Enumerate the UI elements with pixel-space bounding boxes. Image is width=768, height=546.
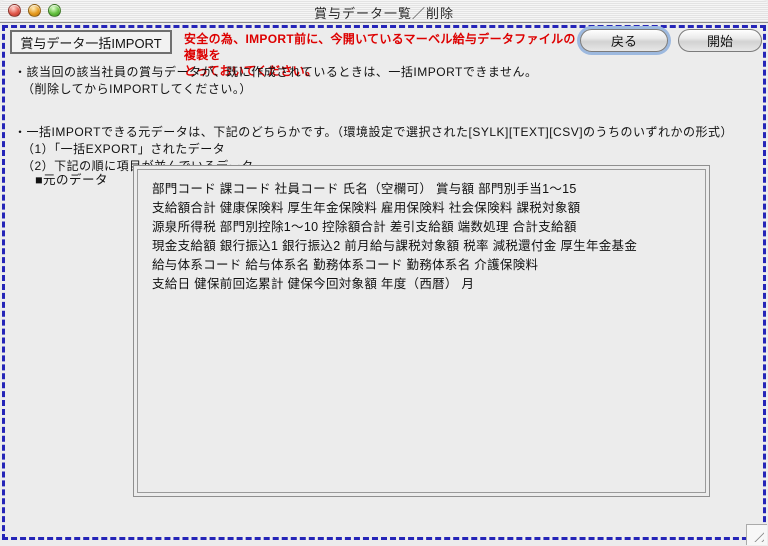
note-line: （削除してからIMPORTしてください。） [14,81,733,98]
source-data-label: ■元のデータ [35,169,108,188]
note-line: （1）「一括EXPORT」されたデータ [14,141,733,158]
source-field-line: 源泉所得税 部門別控除1〜10 控除額合計 差引支給額 端数処理 合計支給額 [152,218,705,237]
section-title-box: 賞与データ一括IMPORT [10,30,172,54]
source-data-field: 部門コード 課コード 社員コード 氏名（空欄可） 賞与額 部門別手当1〜15 支… [137,169,706,493]
resize-grip[interactable] [746,524,767,545]
note-line: ・一括IMPORTできる元データは、下記のどちらかです。（環境設定で選択された[… [14,124,733,141]
source-field-line: 部門コード 課コード 社員コード 氏名（空欄可） 賞与額 部門別手当1〜15 [152,180,705,199]
source-field-line: 支給額合計 健康保険料 厚生年金保険料 雇用保険料 社会保険料 課税対象額 [152,199,705,218]
instructions: ・該当回の該当社員の賞与データが、既に作成されているときは、一括IMPORTでき… [14,64,733,175]
source-field-line: 現金支給額 銀行振込1 銀行振込2 前月給与課税対象額 税率 減税還付金 厚生年… [152,237,705,256]
source-field-line: 給与体系コード 給与体系名 勤務体系コード 勤務体系名 介護保険料 [152,256,705,275]
note-line: ・該当回の該当社員の賞与データが、既に作成されているときは、一括IMPORTでき… [14,64,733,81]
start-button[interactable]: 開始 [678,29,762,52]
source-data-box: 部門コード 課コード 社員コード 氏名（空欄可） 賞与額 部門別手当1〜15 支… [133,165,710,497]
window-title: 賞与データ一覧／削除 [0,3,768,22]
back-button[interactable]: 戻る [580,29,668,52]
section-title: 賞与データ一括IMPORT [20,33,161,52]
app-window: 賞与データ一覧／削除 賞与データ一括IMPORT 安全の為、IMPORT前に、今… [0,0,768,546]
title-bar[interactable]: 賞与データ一覧／削除 [0,0,768,23]
source-field-line: 支給日 健保前回迄累計 健保今回対象額 年度（西暦） 月 [152,275,705,294]
